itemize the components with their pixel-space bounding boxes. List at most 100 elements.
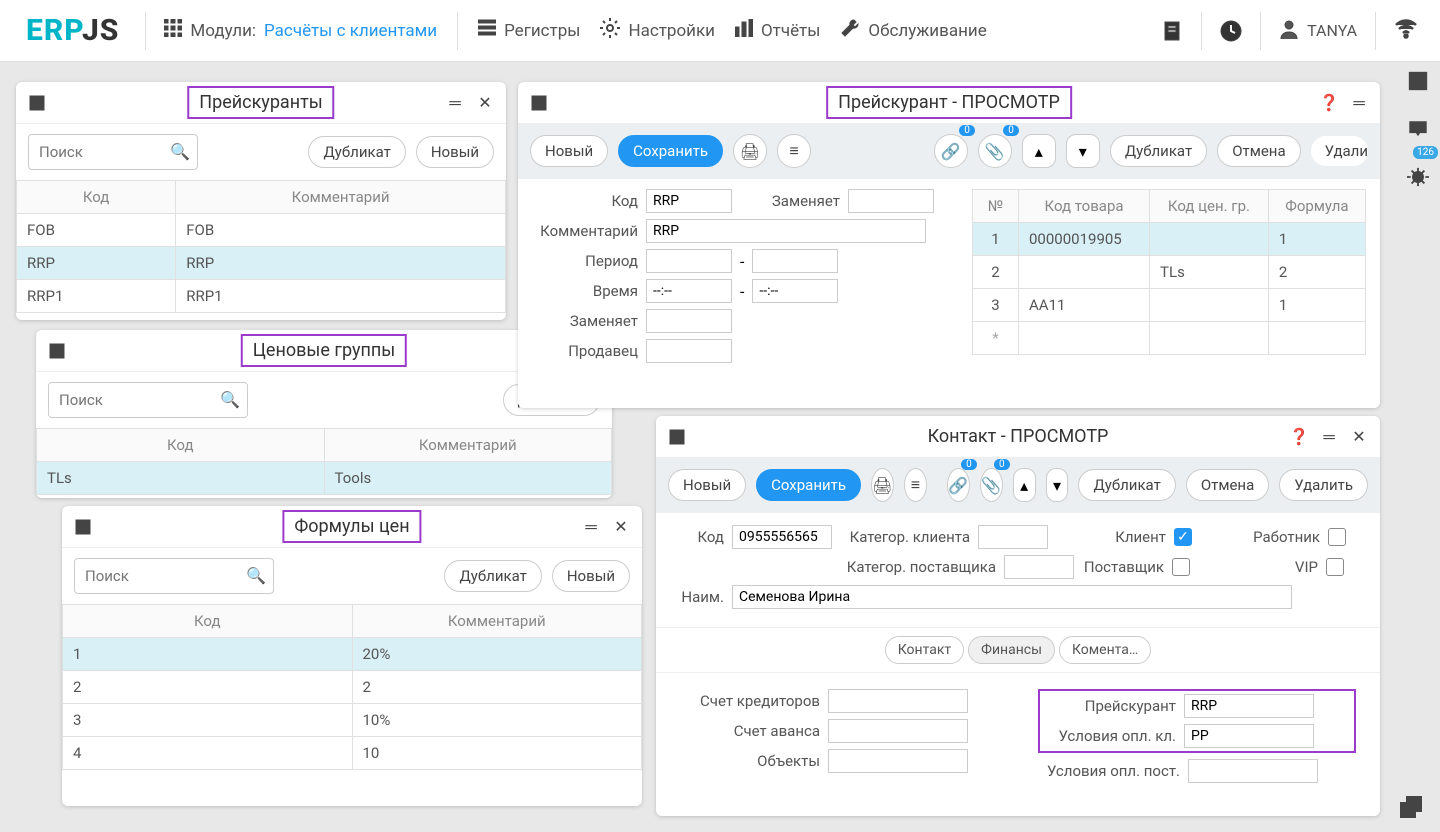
- windows-icon[interactable]: [1400, 796, 1422, 818]
- save-button[interactable]: Сохранить: [756, 469, 861, 501]
- menu-reports[interactable]: Отчёты: [735, 19, 820, 42]
- search-input[interactable]: 🔍: [28, 134, 198, 170]
- duplicate-button[interactable]: Дубликат: [308, 136, 405, 168]
- client-checkbox[interactable]: ✓: [1174, 528, 1192, 546]
- down-button[interactable]: ▾: [1046, 468, 1069, 502]
- table-row[interactable]: 410: [63, 737, 642, 770]
- time-from-field[interactable]: [646, 279, 732, 303]
- table-row[interactable]: 310%: [63, 704, 642, 737]
- open-external-icon[interactable]: [528, 92, 550, 114]
- new-button[interactable]: Новый: [530, 135, 608, 167]
- supplier-checkbox[interactable]: [1172, 558, 1190, 576]
- close-icon[interactable]: ✕: [610, 516, 632, 538]
- link-attach-button[interactable]: 🔗0: [947, 468, 970, 502]
- help-icon[interactable]: ❓: [1318, 92, 1340, 114]
- label-replaces: Заменяет: [740, 192, 840, 210]
- save-button[interactable]: Сохранить: [618, 135, 723, 167]
- user-name: TANYA: [1307, 21, 1357, 40]
- table-row-new[interactable]: *: [973, 322, 1366, 355]
- pricelist-field[interactable]: [1184, 694, 1314, 718]
- close-icon[interactable]: ✕: [1348, 426, 1370, 448]
- open-external-icon[interactable]: [666, 426, 688, 448]
- table-row[interactable]: FOBFOB: [17, 214, 506, 247]
- menu-settings[interactable]: Настройки: [600, 18, 715, 43]
- replaces-field[interactable]: [646, 309, 732, 333]
- module-active[interactable]: Расчёты с клиентами: [264, 21, 437, 41]
- period-from-field[interactable]: [646, 249, 732, 273]
- down-button[interactable]: ▾: [1066, 134, 1100, 168]
- file-attach-button[interactable]: 📎0: [980, 468, 1003, 502]
- name-field[interactable]: [732, 585, 1292, 609]
- table-row[interactable]: 1000000199051: [973, 223, 1366, 256]
- table-row[interactable]: 3AA111: [973, 289, 1366, 322]
- search-input[interactable]: 🔍: [74, 558, 274, 594]
- seller-field[interactable]: [646, 339, 732, 363]
- time-to-field[interactable]: [752, 279, 838, 303]
- price-formulas-table: Код Комментарий 120% 22 310% 410: [62, 604, 642, 770]
- cancel-button[interactable]: Отмена: [1217, 135, 1300, 167]
- replaces-top-field[interactable]: [848, 189, 934, 213]
- delete-button[interactable]: Удалить: [1279, 469, 1368, 501]
- link-attach-button[interactable]: 🔗0: [934, 134, 968, 168]
- tab-finance[interactable]: Финансы: [968, 636, 1055, 664]
- code-field[interactable]: [646, 189, 732, 213]
- table-row[interactable]: RRP1RRP1: [17, 280, 506, 313]
- tab-contact[interactable]: Контакт: [885, 636, 964, 664]
- menu-icon[interactable]: ═: [1348, 92, 1370, 114]
- menu-icon[interactable]: ═: [444, 92, 466, 114]
- new-button[interactable]: Новый: [416, 136, 494, 168]
- duplicate-button[interactable]: Дубликат: [1110, 135, 1207, 167]
- menu-maintenance[interactable]: Обслуживание: [840, 18, 986, 43]
- new-button[interactable]: Новый: [552, 560, 630, 592]
- sup-cat-field[interactable]: [1004, 555, 1074, 579]
- duplicate-button[interactable]: Дубликат: [1078, 469, 1175, 501]
- employee-checkbox[interactable]: [1328, 528, 1346, 546]
- menu-modules[interactable]: Модули: Расчёты с клиентами: [164, 19, 437, 42]
- user-menu[interactable]: TANYA: [1279, 19, 1357, 43]
- up-button[interactable]: ▴: [1013, 468, 1036, 502]
- table-row[interactable]: 22: [63, 671, 642, 704]
- list-button[interactable]: ≡: [904, 468, 927, 502]
- menu-registers[interactable]: Регистры: [478, 19, 580, 42]
- table-row[interactable]: TLsTools: [37, 462, 612, 495]
- table-row[interactable]: 2TLs2: [973, 256, 1366, 289]
- table-row[interactable]: RRPRRP: [17, 247, 506, 280]
- help-icon[interactable]: ❓: [1288, 426, 1310, 448]
- menu-icon[interactable]: ═: [1318, 426, 1340, 448]
- up-button[interactable]: ▴: [1022, 134, 1056, 168]
- pay-terms-sup-field[interactable]: [1188, 759, 1318, 783]
- cust-cat-field[interactable]: [978, 525, 1048, 549]
- tab-comments[interactable]: Комента…: [1059, 636, 1151, 664]
- objects-field[interactable]: [828, 749, 968, 773]
- duplicate-button[interactable]: Дубликат: [444, 560, 541, 592]
- inbox-icon[interactable]: [1407, 118, 1429, 140]
- bug-icon[interactable]: [1407, 166, 1429, 188]
- table-row[interactable]: 120%: [63, 638, 642, 671]
- search-field[interactable]: [48, 382, 248, 418]
- cred-account-field[interactable]: [828, 689, 968, 713]
- period-to-field[interactable]: [752, 249, 838, 273]
- open-external-icon[interactable]: [46, 340, 68, 362]
- open-external-icon[interactable]: [1407, 70, 1429, 92]
- open-external-icon[interactable]: [26, 92, 48, 114]
- search-field[interactable]: [74, 558, 274, 594]
- new-button[interactable]: Новый: [668, 469, 746, 501]
- search-input[interactable]: 🔍: [48, 382, 248, 418]
- advance-account-field[interactable]: [828, 719, 968, 743]
- open-external-icon[interactable]: [72, 516, 94, 538]
- doc-icon[interactable]: [1161, 20, 1183, 42]
- cancel-button[interactable]: Отмена: [1186, 469, 1269, 501]
- list-button[interactable]: ≡: [777, 134, 811, 168]
- print-button[interactable]: 🖨: [733, 134, 767, 168]
- vip-checkbox[interactable]: [1326, 558, 1344, 576]
- print-button[interactable]: 🖨: [871, 468, 894, 502]
- label-supplier: Поставщик: [1082, 558, 1164, 576]
- pay-terms-cust-field[interactable]: [1184, 724, 1314, 748]
- comment-field[interactable]: [646, 219, 926, 243]
- close-icon[interactable]: ✕: [474, 92, 496, 114]
- delete-button[interactable]: Удали: [1311, 136, 1368, 166]
- code-field[interactable]: [732, 525, 832, 549]
- menu-icon[interactable]: ═: [580, 516, 602, 538]
- file-attach-button[interactable]: 📎0: [978, 134, 1012, 168]
- clock-icon[interactable]: [1220, 20, 1242, 42]
